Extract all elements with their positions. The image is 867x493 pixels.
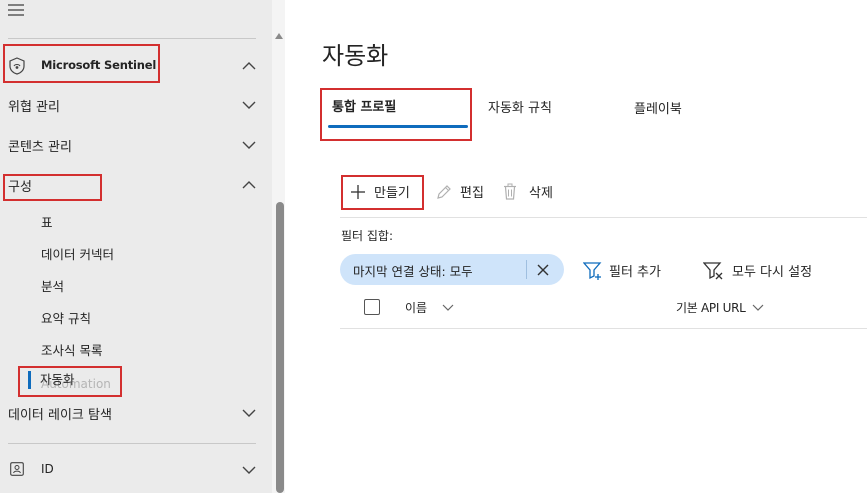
nav-label-threat-management: 위협 관리: [8, 100, 60, 115]
id-card-icon: [10, 462, 24, 476]
highlight-box-configuration: [3, 174, 102, 201]
highlight-box-create-button: [341, 175, 424, 210]
nav-label-content-management: 콘텐츠 관리: [8, 140, 72, 155]
sidebar-scrollbar-thumb[interactable]: [276, 202, 284, 493]
add-filter-label: 필터 추가: [609, 265, 661, 280]
nav-label-data-lake-exploration: 데이터 레이크 탐색: [8, 408, 112, 423]
nav-subitem-watchlist[interactable]: 조사식 목록: [41, 340, 102, 359]
sort-chevron-down-icon: [442, 304, 454, 311]
close-icon[interactable]: [537, 264, 549, 276]
column-header-name[interactable]: 이름: [405, 299, 465, 317]
highlight-box-integration-profiles-tab: [320, 88, 472, 141]
edit-button-label: 편집: [460, 186, 484, 201]
column-header-base-api-url[interactable]: 기본 API URL: [676, 299, 776, 317]
nav-subitem-summary-rules[interactable]: 요약 규칙: [41, 308, 91, 327]
hamburger-menu-icon[interactable]: [8, 4, 24, 16]
page-title: 자동화: [322, 42, 389, 70]
filter-set-label: 필터 집합:: [341, 229, 394, 243]
chevron-down-icon[interactable]: [242, 465, 256, 475]
chevron-up-icon[interactable]: [242, 61, 256, 71]
sort-chevron-down-icon: [752, 304, 764, 311]
tab-playbooks[interactable]: 플레이북: [634, 98, 682, 117]
reset-all-filters-label: 모두 다시 설정: [732, 265, 813, 280]
nav-item-data-lake-exploration[interactable]: 데이터 레이크 탐색: [0, 398, 272, 428]
column-header-base-api-url-label: 기본 API URL: [676, 301, 746, 315]
table-header-divider: [340, 328, 867, 329]
filter-add-icon: [583, 262, 602, 280]
chevron-down-icon[interactable]: [242, 100, 256, 110]
chevron-down-icon[interactable]: [242, 140, 256, 150]
nav-subitem-tables[interactable]: 표: [41, 212, 53, 231]
nav-subitem-data-connectors[interactable]: 데이터 커넥터: [41, 244, 114, 263]
toolbar-divider: [340, 217, 867, 218]
delete-button-label: 삭제: [529, 186, 553, 201]
nav-item-threat-management[interactable]: 위협 관리: [0, 90, 272, 120]
trash-icon: [504, 183, 516, 200]
filter-reset-icon: [703, 262, 723, 280]
edit-button[interactable]: 편집: [436, 180, 492, 204]
highlight-box-sentinel: [3, 44, 160, 83]
select-all-checkbox[interactable]: [364, 299, 380, 315]
chevron-down-icon[interactable]: [242, 408, 256, 418]
filter-pill-label: 마지막 연결 상태: 모두: [353, 264, 473, 279]
nav-label-id: ID: [41, 462, 54, 476]
highlight-box-automation: [18, 366, 122, 397]
chevron-up-icon[interactable]: [242, 180, 256, 190]
divider: [8, 38, 256, 39]
scroll-up-arrow-icon[interactable]: [275, 33, 283, 39]
filter-pill-connection-status[interactable]: 마지막 연결 상태: 모두: [340, 254, 564, 285]
column-header-name-label: 이름: [405, 301, 428, 315]
nav-item-identity[interactable]: ID: [0, 455, 272, 485]
nav-item-content-management[interactable]: 콘텐츠 관리: [0, 130, 272, 160]
tab-automation-rules[interactable]: 자동화 규칙: [488, 97, 552, 116]
divider: [8, 443, 256, 444]
pencil-icon: [437, 185, 451, 199]
delete-button[interactable]: 삭제: [503, 180, 563, 204]
nav-subitem-analytics[interactable]: 분석: [41, 276, 64, 295]
filter-pill-separator: [526, 260, 527, 279]
reset-all-filters-button[interactable]: 모두 다시 설정: [703, 259, 823, 283]
add-filter-button[interactable]: 필터 추가: [583, 259, 673, 283]
